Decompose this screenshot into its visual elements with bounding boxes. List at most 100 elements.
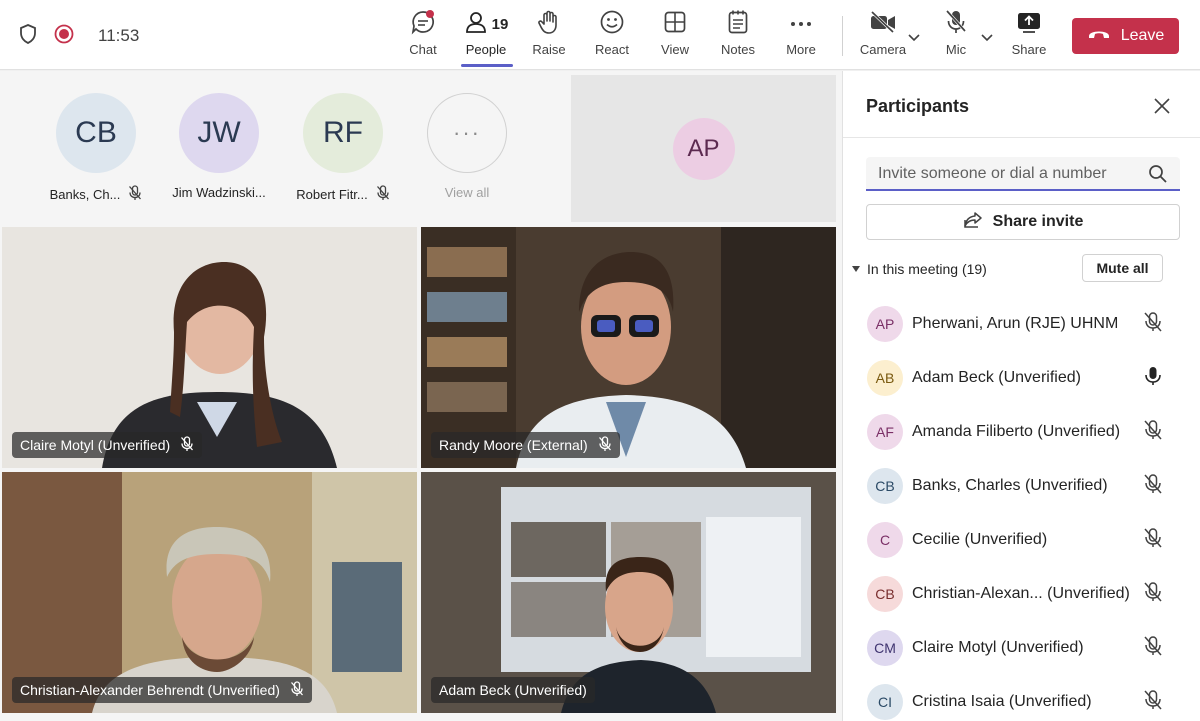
- participant-row[interactable]: CI Cristina Isaia (Unverified): [843, 675, 1200, 721]
- mic-off-icon: [598, 435, 612, 455]
- people-tab-indicator: [461, 64, 513, 67]
- avatar-strip-item[interactable]: JW Jim Wadzinski...: [159, 93, 279, 200]
- leave-button[interactable]: Leave: [1072, 18, 1179, 54]
- avatar-name: Robert Fitr...: [296, 187, 368, 202]
- avatar: JW: [179, 93, 259, 173]
- toolbar-left: 11:53: [18, 22, 139, 50]
- meeting-stage: CB Banks, Ch... JW Jim Wadzinski... RF R…: [0, 71, 842, 721]
- in-meeting-label: In this meeting (19): [867, 261, 987, 277]
- invite-search-box: [866, 157, 1180, 191]
- more-dots-icon: [789, 15, 813, 33]
- camera-button[interactable]: Camera: [851, 10, 915, 64]
- participant-name: Claire Motyl (Unverified): [20, 437, 171, 453]
- view-label: View: [661, 42, 689, 57]
- shield-icon[interactable]: [18, 23, 38, 50]
- share-label: Share: [1011, 42, 1047, 57]
- raise-hand-button[interactable]: Raise: [517, 10, 581, 64]
- participant-row[interactable]: C Cecilie (Unverified): [843, 513, 1200, 567]
- participant-row[interactable]: AB Adam Beck (Unverified): [843, 351, 1200, 405]
- panel-divider: [843, 137, 1200, 138]
- participant-name: Adam Beck (Unverified): [912, 369, 1081, 386]
- participant-name: Christian-Alexander Behrendt (Unverified…: [20, 682, 280, 698]
- mic-off-icon: [1143, 473, 1163, 500]
- in-meeting-section-header[interactable]: In this meeting (19) Mute all: [851, 254, 1191, 282]
- search-icon[interactable]: [1148, 164, 1168, 189]
- participant-name: Cecilie (Unverified): [912, 531, 1048, 548]
- participant-name: Christian-Alexan... (Unverified): [912, 585, 1130, 602]
- mic-button[interactable]: Mic: [924, 9, 988, 64]
- phone-hangup-icon: [1087, 27, 1111, 45]
- more-button[interactable]: More: [769, 10, 833, 64]
- avatar: AB: [867, 360, 903, 396]
- mic-off-icon: [180, 435, 194, 455]
- video-tile[interactable]: Randy Moore (External): [421, 227, 836, 468]
- hand-icon: [537, 9, 561, 40]
- participant-name: Pherwani, Arun (RJE) UHNM: [912, 315, 1119, 332]
- participant-name: Cristina Isaia (Unverified): [912, 693, 1092, 710]
- avatar-name: Banks, Ch...: [49, 187, 121, 202]
- video-tile[interactable]: Adam Beck (Unverified): [421, 472, 836, 713]
- avatar-name: Jim Wadzinski...: [172, 185, 266, 200]
- mic-options-chevron-down-icon[interactable]: [980, 30, 994, 48]
- avatar: AP: [672, 117, 735, 180]
- recording-icon: [54, 24, 74, 49]
- participant-name-chip: Christian-Alexander Behrendt (Unverified…: [12, 677, 312, 703]
- meeting-timer: 11:53: [98, 26, 140, 45]
- avatar: CB: [867, 576, 903, 612]
- view-button[interactable]: View: [643, 10, 707, 64]
- people-button[interactable]: 19 People: [454, 10, 518, 64]
- camera-options-chevron-down-icon[interactable]: [907, 30, 921, 48]
- mic-on-icon: [1143, 365, 1163, 392]
- mute-all-button[interactable]: Mute all: [1082, 254, 1163, 282]
- spotlight-tile[interactable]: AP: [571, 75, 836, 222]
- leave-label: Leave: [1120, 27, 1165, 44]
- close-icon[interactable]: [1151, 95, 1173, 117]
- view-all-label: View all: [444, 185, 490, 200]
- mic-label: Mic: [945, 42, 967, 57]
- video-tile[interactable]: Christian-Alexander Behrendt (Unverified…: [2, 472, 417, 713]
- participant-row[interactable]: CB Christian-Alexan... (Unverified): [843, 567, 1200, 621]
- avatar: C: [867, 522, 903, 558]
- participant-name: Claire Motyl (Unverified): [912, 639, 1084, 656]
- panel-title: Participants: [866, 96, 970, 116]
- participant-row[interactable]: CM Claire Motyl (Unverified): [843, 621, 1200, 675]
- mic-off-icon: [1143, 419, 1163, 446]
- share-arrow-icon: [963, 211, 983, 234]
- video-tile[interactable]: Claire Motyl (Unverified): [2, 227, 417, 468]
- mic-off-icon: [1143, 311, 1163, 338]
- participant-name: Amanda Filiberto (Unverified): [912, 423, 1121, 440]
- share-invite-button[interactable]: Share invite: [866, 204, 1180, 240]
- people-count: 19: [491, 15, 509, 33]
- avatar: CI: [867, 684, 903, 720]
- chat-icon: [410, 9, 436, 40]
- participant-name-chip: Claire Motyl (Unverified): [12, 432, 203, 458]
- caret-down-icon: [851, 260, 861, 278]
- invite-search-input[interactable]: [878, 163, 1138, 185]
- mic-off-icon: [376, 185, 390, 204]
- notes-icon: [727, 9, 749, 40]
- raise-label: Raise: [532, 42, 566, 57]
- chat-label: Chat: [409, 42, 437, 57]
- notes-label: Notes: [721, 42, 755, 57]
- avatar-strip-item[interactable]: CB Banks, Ch...: [36, 93, 156, 204]
- participant-name: Adam Beck (Unverified): [439, 682, 587, 698]
- participant-avatar-strip: CB Banks, Ch... JW Jim Wadzinski... RF R…: [0, 71, 570, 225]
- avatar: CB: [56, 93, 136, 173]
- react-button[interactable]: React: [580, 10, 644, 64]
- avatar: CM: [867, 630, 903, 666]
- people-icon: [464, 10, 488, 39]
- mic-off-icon: [128, 185, 142, 204]
- participant-name-chip: Randy Moore (External): [431, 432, 620, 458]
- share-button[interactable]: Share: [997, 10, 1061, 64]
- avatar-strip-item[interactable]: RF Robert Fitr...: [283, 93, 403, 204]
- people-label: People: [465, 42, 507, 57]
- smiley-icon: [599, 9, 625, 40]
- view-all-button[interactable]: ··· View all: [407, 93, 527, 200]
- participant-row[interactable]: AP Pherwani, Arun (RJE) UHNM: [843, 297, 1200, 351]
- participant-name: Randy Moore (External): [439, 437, 588, 453]
- toolbar-divider: [842, 16, 843, 56]
- participant-row[interactable]: CB Banks, Charles (Unverified): [843, 459, 1200, 513]
- participant-row[interactable]: AF Amanda Filiberto (Unverified): [843, 405, 1200, 459]
- chat-button[interactable]: Chat: [391, 9, 455, 64]
- notes-button[interactable]: Notes: [706, 10, 770, 64]
